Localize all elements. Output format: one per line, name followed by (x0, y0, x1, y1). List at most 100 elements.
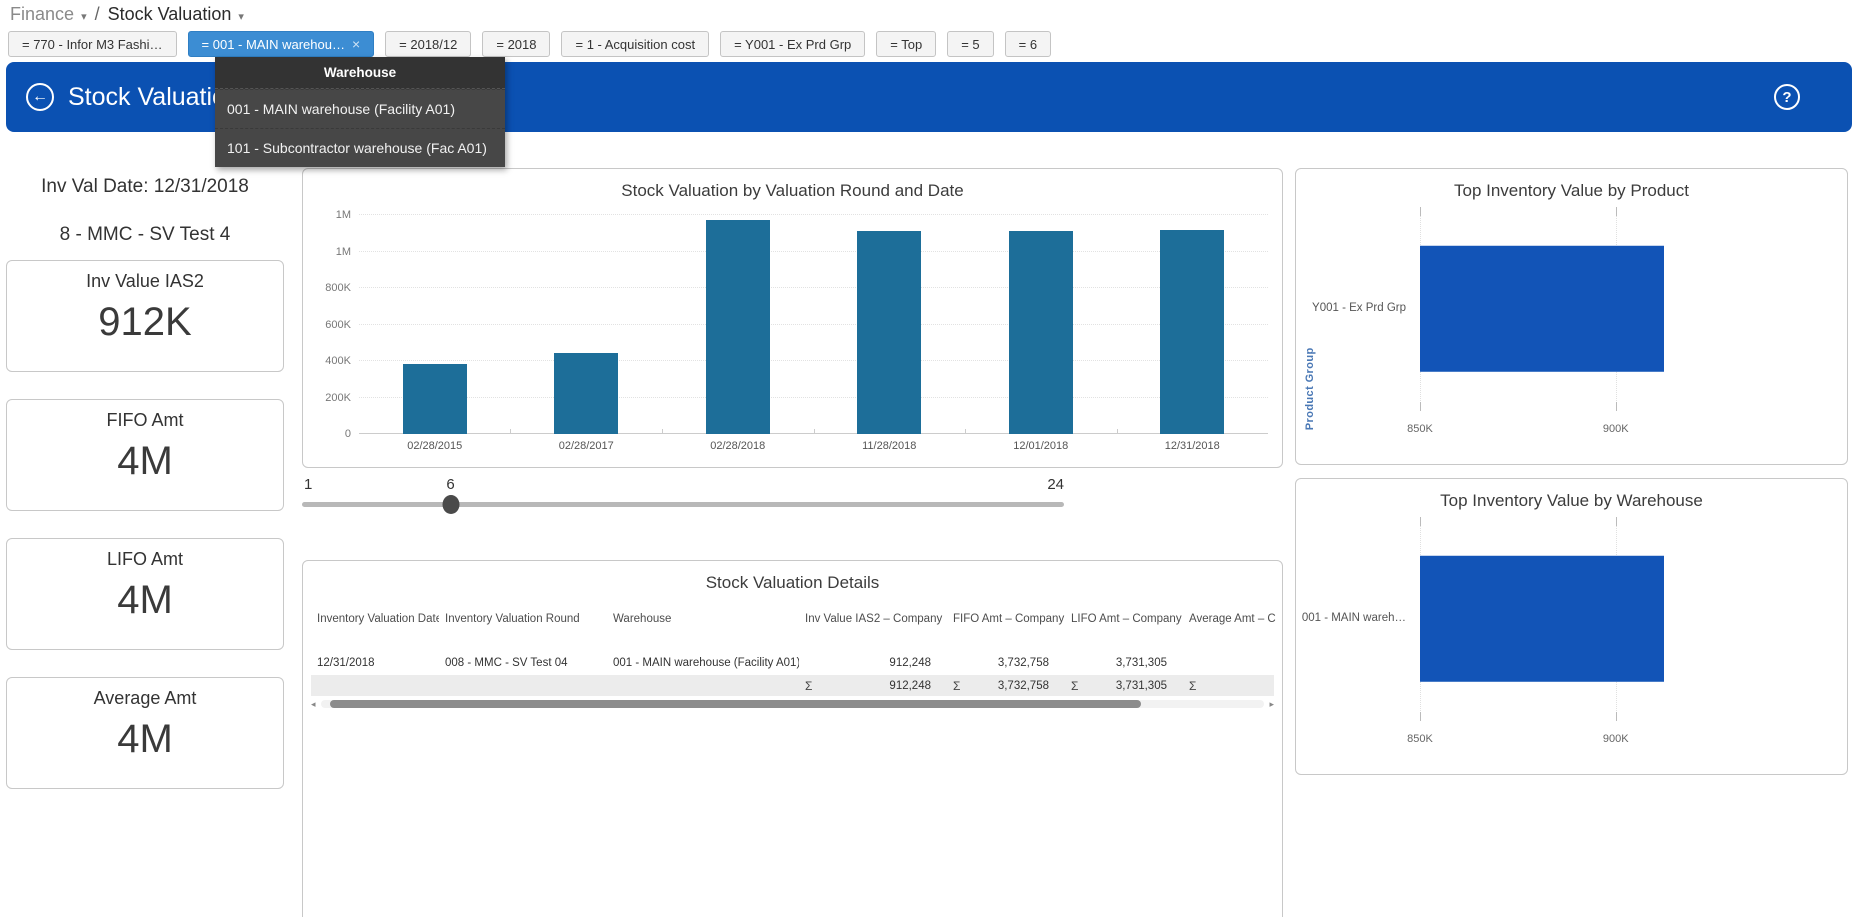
bar-chart-plot (1420, 207, 1831, 411)
back-button[interactable]: ← (26, 83, 54, 111)
axis-tick-mark (1616, 402, 1617, 411)
filter-chip[interactable]: = 1 - Acquisition cost (561, 31, 709, 57)
sum-icon: Σ (953, 679, 960, 693)
filter-chip[interactable]: = Y001 - Ex Prd Grp (720, 31, 865, 57)
axis-tick-mark (1616, 712, 1617, 721)
dropdown-option-list: 001 - MAIN warehouse (Facility A01)101 -… (215, 89, 505, 167)
chart-body: 001 - MAIN wareh… 850K900K (1296, 515, 1847, 755)
x-axis-labels: 850K900K (1420, 733, 1831, 749)
table-cell: 3,731,305 (1065, 651, 1183, 675)
y-axis-tick-label: 800K (325, 282, 351, 294)
slider-handle[interactable] (442, 495, 459, 514)
kpi-value: 4M (7, 717, 283, 762)
breadcrumb-section-finance[interactable]: Finance ▾ (10, 4, 87, 25)
sum-icon: Σ (805, 679, 812, 693)
gridline (359, 324, 1268, 325)
y-axis-tick-label: 200K (325, 392, 351, 404)
scrollbar-track[interactable] (321, 700, 1264, 708)
kpi-label: Average Amt (7, 688, 283, 709)
bar[interactable] (403, 364, 467, 434)
x-axis-tick-label: 900K (1603, 423, 1629, 435)
x-axis-tick-label: 12/01/2018 (1013, 440, 1068, 452)
x-axis-tick-label: 02/28/2018 (710, 440, 765, 452)
kpi-card[interactable]: Average Amt 4M (6, 677, 284, 789)
table-total-cell: Σ3,731,305 (1065, 675, 1183, 696)
bar[interactable] (554, 353, 618, 434)
table-header-row: Inventory Valuation DateInventory Valuat… (311, 609, 1274, 651)
bar[interactable] (706, 220, 770, 434)
x-axis-tick-label: 12/31/2018 (1165, 440, 1220, 452)
table-total-cell (607, 675, 799, 696)
table-row[interactable]: 12/31/2018008 - MMC - SV Test 04001 - MA… (311, 651, 1274, 675)
x-axis-labels: 850K900K (1420, 423, 1831, 439)
table-cell: 912,248 (799, 651, 947, 675)
breadcrumb-page-stock-valuation[interactable]: Stock Valuation ▾ (108, 4, 244, 25)
y-axis-tick-label: 400K (325, 355, 351, 367)
breadcrumb-section-label: Finance (10, 4, 74, 24)
filter-chip-label: = 1 - Acquisition cost (575, 37, 695, 52)
x-axis-tick-label: 850K (1407, 733, 1433, 745)
gridline (359, 251, 1268, 252)
filter-chip-label: = Top (890, 37, 922, 52)
scroll-right-icon[interactable]: ▸ (1264, 699, 1274, 710)
dropdown-title: Warehouse (215, 57, 505, 89)
filter-chip[interactable]: = 2018 (482, 31, 550, 57)
table-cell (1183, 651, 1276, 675)
x-axis-tick-label: 02/28/2017 (559, 440, 614, 452)
table-header-cell[interactable]: Inv Value IAS2 – Company (799, 609, 947, 651)
kpi-value: 912K (7, 300, 283, 345)
y-axis-tick-label: 600K (325, 319, 351, 331)
scroll-left-icon[interactable]: ◂ (311, 699, 321, 710)
table-cell: 3,732,758 (947, 651, 1065, 675)
close-icon[interactable]: × (352, 37, 360, 51)
caret-down-icon: ▾ (238, 11, 244, 23)
bar[interactable] (1009, 231, 1073, 434)
slider-track[interactable] (302, 502, 1064, 507)
axis-tick-mark (1616, 517, 1617, 526)
table-sum-row: Σ912,248Σ3,732,758Σ3,731,305Σ (311, 675, 1274, 696)
table-header-cell[interactable]: Average Amt – Co (1183, 609, 1276, 651)
kpi-card[interactable]: LIFO Amt4M (6, 538, 284, 650)
table-header-cell[interactable]: Inventory Valuation Round (439, 609, 607, 651)
x-axis-tick-label: 11/28/2018 (862, 440, 916, 452)
table-header-cell[interactable]: Inventory Valuation Date (311, 609, 439, 651)
table-title: Stock Valuation Details (303, 561, 1282, 593)
bar[interactable] (1160, 230, 1224, 434)
filter-chip[interactable]: = 770 - Infor M3 Fashi… (8, 31, 177, 57)
axis-tick-mark (1420, 207, 1421, 216)
table-header-cell[interactable]: LIFO Amt – Company (1065, 609, 1183, 651)
bar[interactable] (1420, 246, 1664, 372)
help-button[interactable]: ? (1774, 84, 1800, 110)
table-header-cell[interactable]: FIFO Amt – Company (947, 609, 1065, 651)
table-cell: 001 - MAIN warehouse (Facility A01) (607, 651, 799, 675)
chart-title: Top Inventory Value by Product (1296, 169, 1847, 201)
bar-chart-plot (359, 215, 1268, 434)
dropdown-option[interactable]: 001 - MAIN warehouse (Facility A01) (215, 89, 505, 128)
kpi-card-list: Inv Value IAS2912KFIFO Amt4MLIFO Amt4MAv… (6, 260, 284, 789)
table-header-cell[interactable]: Warehouse (607, 609, 799, 651)
chart-title: Stock Valuation by Valuation Round and D… (303, 169, 1282, 201)
slider-current-value-label: 6 (446, 476, 454, 493)
scrollbar-thumb[interactable] (330, 700, 1141, 708)
table-total-cell: Σ912,248 (799, 675, 947, 696)
stock-valuation-details-card: Stock Valuation Details Inventory Valuat… (302, 560, 1283, 917)
filter-chip-label: = Y001 - Ex Prd Grp (734, 37, 851, 52)
kpi-sidebar: Inv Val Date: 12/31/2018 8 - MMC - SV Te… (6, 168, 284, 789)
back-arrow-icon: ← (32, 88, 48, 106)
dropdown-option[interactable]: 101 - Subcontractor warehouse (Fac A01) (215, 128, 505, 167)
filter-chip[interactable]: = Top (876, 31, 936, 57)
kpi-card[interactable]: Inv Value IAS2912K (6, 260, 284, 372)
gridline (359, 360, 1268, 361)
x-axis-tick-label: 02/28/2015 (407, 440, 462, 452)
question-mark-icon: ? (1782, 89, 1791, 106)
bar[interactable] (1420, 556, 1664, 682)
filter-chip[interactable]: = 5 (947, 31, 993, 57)
filter-chip[interactable]: = 6 (1005, 31, 1051, 57)
kpi-label: LIFO Amt (7, 549, 283, 570)
filter-chip-label: = 6 (1019, 37, 1037, 52)
filter-chip[interactable]: = 2018/12 (385, 31, 471, 57)
kpi-label: FIFO Amt (7, 410, 283, 431)
bar[interactable] (857, 231, 921, 434)
filter-chip[interactable]: = 001 - MAIN warehou…× (188, 31, 375, 57)
kpi-card[interactable]: FIFO Amt4M (6, 399, 284, 511)
